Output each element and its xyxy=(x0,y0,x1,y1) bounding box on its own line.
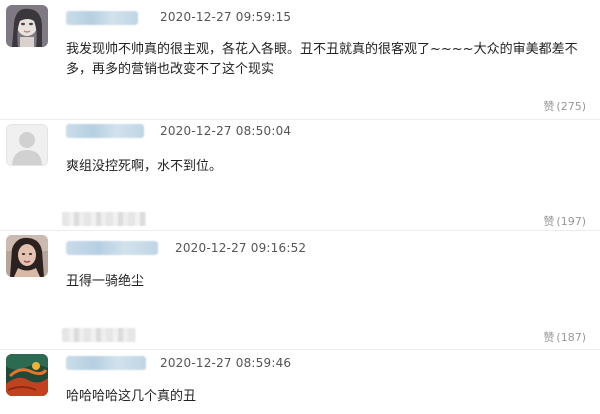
comment-timestamp: 2020-12-27 09:59:15 xyxy=(160,10,292,24)
user-avatar[interactable] xyxy=(6,124,48,166)
user-avatar[interactable] xyxy=(6,354,48,396)
default-avatar-icon xyxy=(7,125,47,165)
comment-text: 哈哈哈哈这几个真的丑 xyxy=(66,389,197,404)
comment-text: 我发现帅不帅真的很主观，各花入各眼。丑不丑就真的很客观了~~~~大众的审美都差不… xyxy=(66,42,578,77)
like-count: (187) xyxy=(556,331,586,344)
like-button[interactable]: 赞 (187) xyxy=(543,329,586,345)
username-blurred[interactable] xyxy=(66,241,158,255)
like-label: 赞 xyxy=(543,331,555,344)
blurred-content xyxy=(62,328,136,342)
comment-item: 2020-12-27 09:16:52 丑得一骑绝尘 赞 (187) xyxy=(0,231,600,349)
comment-timestamp: 2020-12-27 08:59:46 xyxy=(160,356,292,370)
comment-text: 爽组没控死啊，水不到位。 xyxy=(66,159,223,174)
avatar-illustration-icon xyxy=(6,5,48,47)
comment-text: 丑得一骑绝尘 xyxy=(66,274,145,289)
like-label: 赞 xyxy=(543,100,555,113)
username-blurred[interactable] xyxy=(66,11,138,25)
avatar-photo-icon xyxy=(6,235,48,277)
comment-timestamp: 2020-12-27 08:50:04 xyxy=(160,124,292,138)
like-count: (197) xyxy=(556,215,586,228)
blurred-content xyxy=(62,212,146,226)
like-button[interactable]: 赞 (275) xyxy=(543,98,586,114)
user-avatar[interactable] xyxy=(6,5,48,47)
avatar-painting-icon xyxy=(6,354,48,396)
comment-item: 2020-12-27 09:59:15 我发现帅不帅真的很主观，各花入各眼。丑不… xyxy=(0,0,600,120)
comment-timestamp: 2020-12-27 09:16:52 xyxy=(175,241,307,255)
comment-item: 2020-12-27 08:59:46 哈哈哈哈这几个真的丑 xyxy=(0,350,600,414)
comment-item: 2020-12-27 08:50:04 爽组没控死啊，水不到位。 赞 (197) xyxy=(0,120,600,230)
like-count: (275) xyxy=(556,100,586,113)
user-avatar[interactable] xyxy=(6,235,48,277)
username-blurred[interactable] xyxy=(66,356,146,370)
like-button[interactable]: 赞 (197) xyxy=(543,213,586,229)
username-blurred[interactable] xyxy=(66,124,144,138)
like-label: 赞 xyxy=(543,215,555,228)
